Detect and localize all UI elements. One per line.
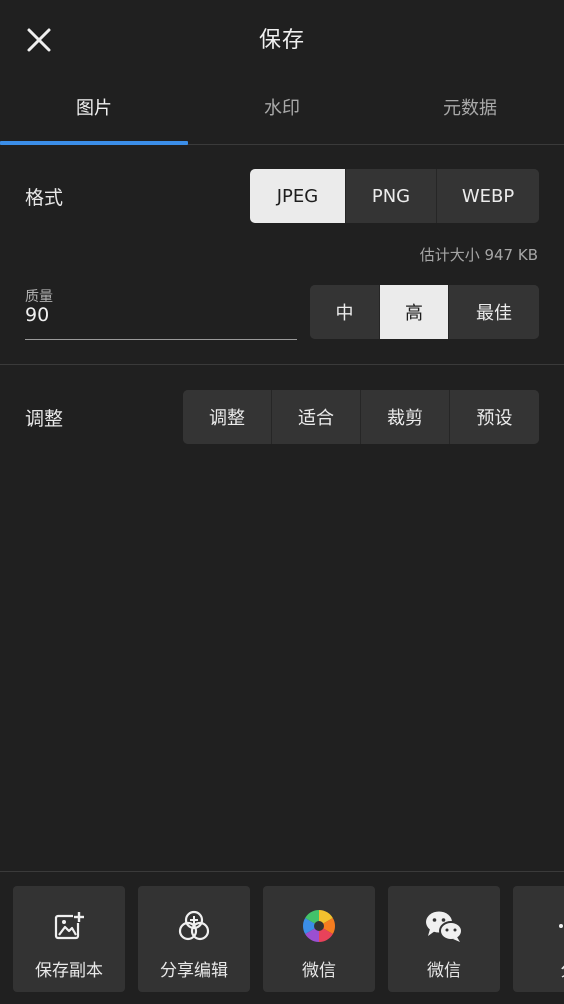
quality-selector: 中 高 最佳 (310, 285, 539, 339)
format-selector: JPEG PNG WEBP (250, 169, 539, 223)
adjust-fit-button[interactable]: 适合 (272, 390, 361, 444)
format-label: 格式 (25, 187, 64, 209)
share-wechat-label: 微信 (427, 961, 461, 981)
quality-best-button[interactable]: 最佳 (449, 285, 539, 339)
share-edit-icon (178, 910, 210, 941)
save-screen: 保存 图片 水印 元数据 格式 JPEG PNG WEBP 估计大小 947 K… (0, 0, 564, 1004)
adjust-preset-button[interactable]: 预设 (450, 390, 539, 444)
save-copy-label: 保存副本 (35, 961, 103, 981)
tab-indicator (0, 141, 188, 145)
page-title: 保存 (258, 28, 305, 53)
more-icon (559, 924, 563, 928)
header: 保存 (0, 0, 564, 76)
share-more-button[interactable]: 分 (513, 886, 564, 992)
format-jpeg-button[interactable]: JPEG (250, 169, 346, 223)
adjust-crop-button[interactable]: 裁剪 (361, 390, 450, 444)
quality-high-button[interactable]: 高 (380, 285, 449, 339)
adjust-adjust-button[interactable]: 调整 (183, 390, 272, 444)
share-edit-label: 分享编辑 (160, 961, 228, 981)
share-more-label: 分 (513, 956, 564, 981)
share-app-aperture-label: 微信 (302, 961, 336, 981)
share-app-aperture-button[interactable]: 微信 (263, 886, 375, 992)
format-webp-button[interactable]: WEBP (437, 169, 539, 223)
tab-metadata[interactable]: 元数据 (376, 76, 564, 144)
tab-watermark[interactable]: 水印 (188, 76, 376, 144)
quality-caption: 质量 (25, 289, 53, 305)
wechat-icon (426, 911, 463, 942)
color-aperture-icon (302, 910, 336, 942)
format-png-button[interactable]: PNG (346, 169, 437, 223)
section-divider (0, 364, 564, 365)
adjust-label: 调整 (25, 408, 64, 430)
save-copy-button[interactable]: 保存副本 (13, 886, 125, 992)
tab-image[interactable]: 图片 (0, 76, 188, 144)
share-edit-button[interactable]: 分享编辑 (138, 886, 250, 992)
action-bar[interactable]: 保存副本 分享编辑 微信 微信 (0, 871, 564, 1004)
share-wechat-button[interactable]: 微信 (388, 886, 500, 992)
quality-input[interactable] (25, 304, 285, 326)
image-add-icon (54, 911, 85, 940)
quality-field[interactable]: 质量 (25, 284, 297, 340)
adjust-selector: 调整 适合 裁剪 预设 (183, 390, 539, 444)
size-estimate: 估计大小 947 KB (419, 246, 538, 264)
quality-medium-button[interactable]: 中 (310, 285, 380, 339)
tab-bar: 图片 水印 元数据 (0, 76, 564, 145)
